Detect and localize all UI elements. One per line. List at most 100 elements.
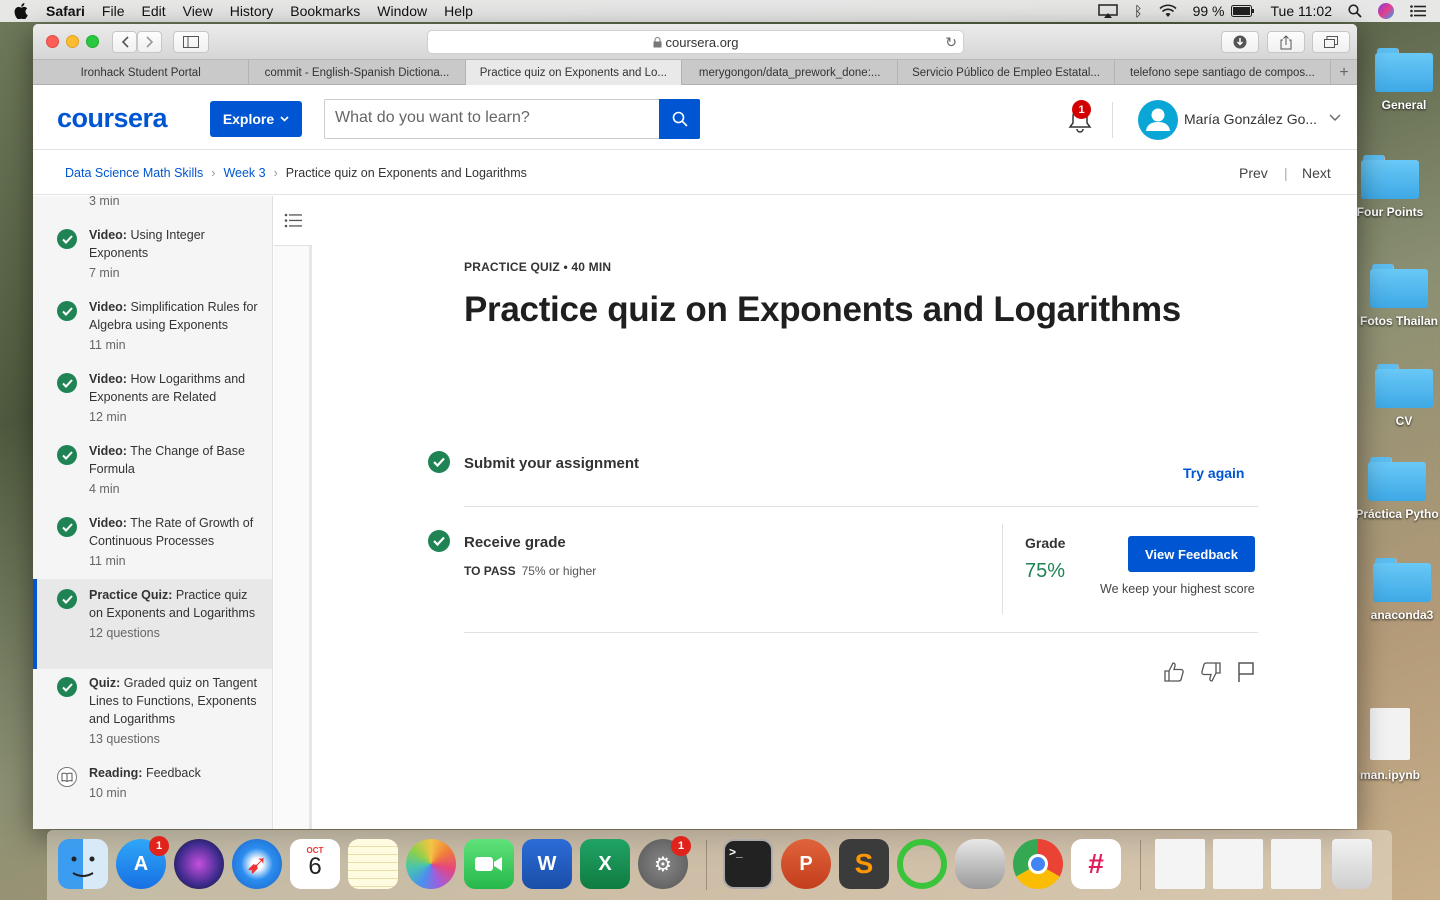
browser-tab[interactable]: commit - English-Spanish Dictiona... <box>249 60 466 85</box>
avatar[interactable] <box>1138 100 1178 140</box>
slack-icon[interactable]: # <box>1071 839 1121 889</box>
menu-bookmarks[interactable]: Bookmarks <box>290 3 360 19</box>
try-again-link[interactable]: Try again <box>1183 465 1244 481</box>
browser-tab[interactable]: Ironhack Student Portal <box>33 60 250 85</box>
prev-link[interactable]: Prev <box>1239 165 1268 181</box>
browser-tab-active[interactable]: Practice quiz on Exponents and Lo... <box>465 60 683 85</box>
excel-icon[interactable]: X <box>580 839 630 889</box>
view-feedback-button[interactable]: View Feedback <box>1128 536 1255 572</box>
battery-icon[interactable] <box>1230 5 1255 17</box>
desktop-folder-anaconda[interactable]: anaconda3 <box>1352 558 1440 622</box>
toc-toggle-button[interactable] <box>274 196 312 246</box>
flag-icon[interactable] <box>1235 661 1257 683</box>
browser-toolbar: coursera.org ↻ <box>33 24 1357 60</box>
browser-tab[interactable]: telefono sepe santiago de compos... <box>1115 60 1332 85</box>
powerpoint-icon[interactable]: P <box>781 839 831 889</box>
browser-tab[interactable]: Servicio Público de Empleo Estatal... <box>898 60 1115 85</box>
sidebar-item-video[interactable]: Video: Simplification Rules for Algebra … <box>33 296 272 368</box>
zoom-window-button[interactable] <box>86 35 99 48</box>
book-icon <box>57 767 77 787</box>
grade-divider <box>1002 524 1003 614</box>
sidebar-item-reading[interactable]: Reading: Feedback 10 min <box>33 764 272 824</box>
thumbs-up-icon[interactable] <box>1163 661 1185 683</box>
word-icon[interactable]: W <box>522 839 572 889</box>
bluetooth-icon[interactable]: ᛒ <box>1134 3 1142 19</box>
facetime-icon[interactable] <box>464 839 514 889</box>
toc-rail <box>274 196 312 829</box>
coursera-logo[interactable]: coursera <box>57 103 168 134</box>
reload-icon[interactable]: ↻ <box>945 34 957 51</box>
browser-tab[interactable]: merygongon/data_prework_done:... <box>682 60 899 85</box>
sidebar-item-video[interactable]: Video: How Logarithms and Exponents are … <box>33 368 272 440</box>
search-input[interactable] <box>335 109 655 127</box>
tab-overview-button[interactable] <box>1312 31 1350 53</box>
minimize-window-button[interactable] <box>66 35 79 48</box>
close-window-button[interactable] <box>46 35 59 48</box>
back-button[interactable] <box>112 31 137 53</box>
sidebar-item-practice-quiz[interactable]: Practice Quiz: Practice quiz on Exponent… <box>33 579 272 669</box>
desktop-folder-cv[interactable]: CV <box>1354 364 1440 428</box>
address-bar[interactable]: coursera.org ↻ <box>427 30 964 54</box>
terminal-icon[interactable]: >_ <box>723 839 773 889</box>
user-name[interactable]: María González Go... <box>1184 111 1317 127</box>
safari-icon[interactable]: ➹ <box>232 839 282 889</box>
forward-button[interactable] <box>137 31 162 53</box>
sidebar-item-quiz[interactable]: Quiz: Graded quiz on Tangent Lines to Fu… <box>33 674 272 764</box>
search-button[interactable] <box>659 99 700 139</box>
sublime-text-icon[interactable]: S <box>839 839 889 889</box>
airplay-icon[interactable] <box>1098 4 1118 18</box>
sidebar-item-video[interactable]: Video: The Rate of Growth of Continuous … <box>33 512 272 584</box>
siri-icon[interactable] <box>174 839 224 889</box>
sidebar-item-video[interactable]: Video: The Change of Base Formula 4 min <box>33 440 272 512</box>
dock-separator <box>1140 840 1141 890</box>
trash-icon[interactable] <box>1332 839 1372 889</box>
apple-icon[interactable] <box>14 3 28 19</box>
to-pass-label: TO PASS <box>464 564 516 578</box>
desktop-folder-practica[interactable]: Práctica Pytho <box>1347 457 1440 521</box>
next-link[interactable]: Next <box>1302 165 1331 181</box>
chrome-icon[interactable] <box>1013 839 1063 889</box>
desktop-folder-general[interactable]: General <box>1354 48 1440 112</box>
database-icon[interactable] <box>955 839 1005 889</box>
notes-icon[interactable] <box>348 839 398 889</box>
menu-app-name[interactable]: Safari <box>46 3 85 19</box>
search-box <box>324 99 700 139</box>
item-type: Video: <box>89 516 127 530</box>
menu-file[interactable]: File <box>102 3 125 19</box>
photos-icon[interactable] <box>406 839 456 889</box>
menu-window[interactable]: Window <box>377 3 427 19</box>
search-icon <box>672 111 688 127</box>
clock[interactable]: Tue 11:02 <box>1271 3 1333 19</box>
downloads-button[interactable] <box>1221 31 1259 53</box>
siri-icon[interactable] <box>1378 3 1394 19</box>
explore-button[interactable]: Explore <box>210 101 302 137</box>
item-meta: 13 questions <box>89 732 160 746</box>
menu-help[interactable]: Help <box>444 3 473 19</box>
wifi-icon[interactable] <box>1159 4 1177 18</box>
menu-edit[interactable]: Edit <box>141 3 165 19</box>
screenshot-thumbnail-icon[interactable] <box>1155 839 1205 889</box>
new-tab-button[interactable]: + <box>1331 60 1357 85</box>
screenshot-thumbnail-icon[interactable] <box>1213 839 1263 889</box>
share-button[interactable] <box>1267 31 1305 53</box>
breadcrumb-week[interactable]: Week 3 <box>223 166 265 180</box>
breadcrumb-course[interactable]: Data Science Math Skills <box>65 166 203 180</box>
menu-view[interactable]: View <box>183 3 213 19</box>
calendar-icon[interactable]: OCT 6 <box>290 839 340 889</box>
screenshot-thumbnail-icon[interactable] <box>1271 839 1321 889</box>
finder-icon[interactable] <box>58 839 108 889</box>
lock-icon <box>653 36 661 47</box>
url-text: coursera.org <box>665 34 739 50</box>
menu-history[interactable]: History <box>230 3 274 19</box>
anaconda-icon[interactable] <box>897 839 947 889</box>
to-pass-text: TO PASS 75% or higher <box>464 564 596 578</box>
desktop-folder-fotos[interactable]: Fotos Thailan <box>1349 264 1440 328</box>
breadcrumb-current: Practice quiz on Exponents and Logarithm… <box>285 166 527 180</box>
spotlight-icon[interactable] <box>1348 4 1362 18</box>
sidebar-item-video[interactable]: Video: Using Integer Exponents 7 min <box>33 224 272 296</box>
chevron-down-icon[interactable] <box>1329 114 1341 122</box>
sidebar-toggle-button[interactable] <box>173 31 209 53</box>
thumbs-down-icon[interactable] <box>1200 661 1222 683</box>
notification-center-icon[interactable] <box>1410 5 1426 17</box>
safari-window: coursera.org ↻ Ironhack Student Portal c… <box>33 24 1357 829</box>
